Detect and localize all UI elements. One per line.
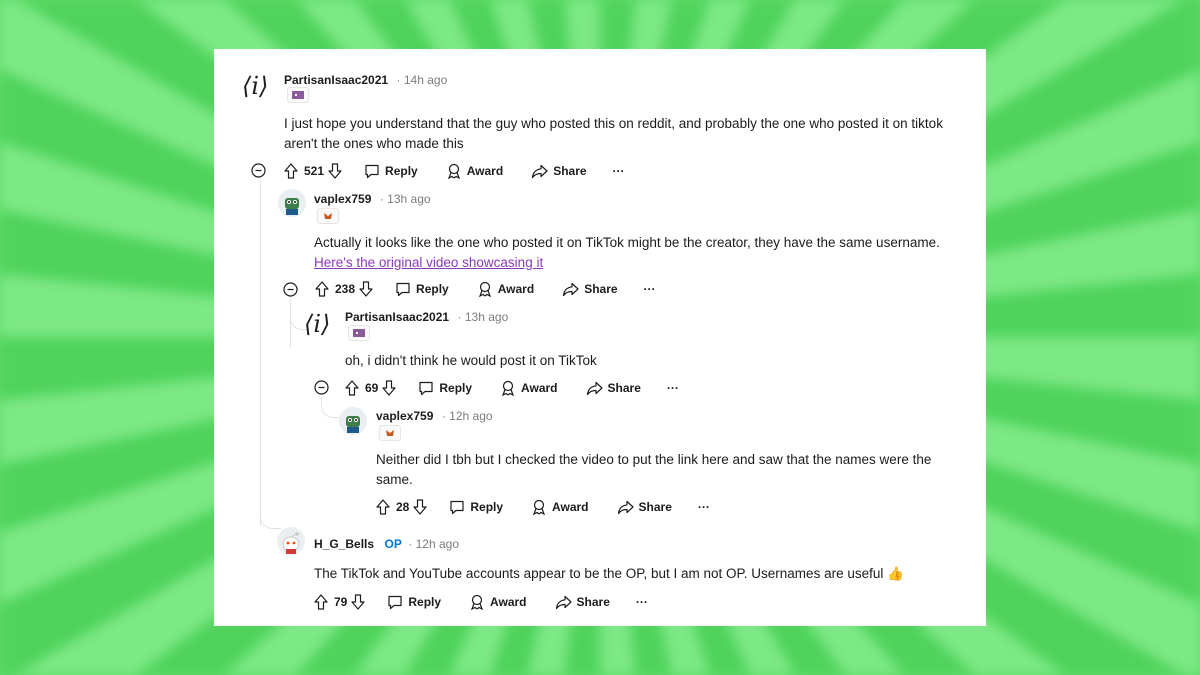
comment-1-actions: 521 Reply Award Share ··· <box>284 161 625 181</box>
vote-score: 521 <box>304 164 325 178</box>
comment-bubble-icon <box>396 282 410 296</box>
comment-bubble-icon <box>365 164 379 178</box>
reply-button[interactable]: Reply <box>395 282 449 297</box>
more-options-icon[interactable]: ··· <box>636 595 648 609</box>
reply-button[interactable]: Reply <box>387 595 441 610</box>
award-ribbon-icon <box>471 594 484 610</box>
share-arrow-icon <box>555 595 572 609</box>
comment-2-text: Actually it looks like the one who poste… <box>314 235 940 250</box>
reply-button[interactable]: Reply <box>364 164 418 179</box>
comment-5-body: The TikTok and YouTube accounts appear t… <box>314 564 974 584</box>
more-options-icon[interactable]: ··· <box>698 500 710 514</box>
original-video-link[interactable]: Here's the original video showcasing it <box>314 255 543 270</box>
avatar-partisanisaac[interactable]: ⟨i⟩ <box>304 310 340 340</box>
thread-curve-level3 <box>321 399 342 418</box>
vote-score: 69 <box>365 381 379 395</box>
downvote-icon[interactable] <box>359 281 373 297</box>
share-button[interactable]: Share <box>562 282 618 297</box>
more-options-icon[interactable]: ··· <box>613 164 625 178</box>
share-arrow-icon <box>586 381 603 395</box>
share-button[interactable]: Share <box>617 500 672 515</box>
upvote-icon[interactable] <box>376 499 390 515</box>
comment-2-body: Actually it looks like the one who poste… <box>314 233 954 272</box>
avatar-hg-bells[interactable] <box>277 527 305 555</box>
share-button[interactable]: Share <box>555 595 610 610</box>
more-options-icon[interactable]: ··· <box>644 282 656 296</box>
share-arrow-icon <box>617 500 634 514</box>
comment-bubble-icon <box>419 381 433 395</box>
comment-4-body: Neither did I tbh but I checked the vide… <box>376 452 932 487</box>
user-flair <box>379 425 401 441</box>
upvote-icon[interactable] <box>315 281 329 297</box>
award-ribbon-icon <box>447 163 460 179</box>
vote-score: 28 <box>396 500 410 514</box>
username[interactable]: PartisanIsaac2021 <box>284 73 388 87</box>
comment-4-header: vaplex759 · 12h ago <box>376 407 493 425</box>
comment-5-header: H_G_Bells OP · 12h ago <box>314 535 459 553</box>
username[interactable]: vaplex759 <box>376 409 433 423</box>
award-button[interactable]: Award <box>446 163 503 179</box>
comment-bubble-icon <box>450 500 464 514</box>
thumbs-up-emoji: 👍 <box>887 566 904 581</box>
thread-line-level1[interactable] <box>260 181 261 526</box>
reply-button[interactable]: Reply <box>449 500 503 515</box>
comment-bubble-icon <box>388 595 402 609</box>
timestamp[interactable]: · 13h ago <box>458 310 509 324</box>
award-ribbon-icon <box>502 380 515 396</box>
avatar-partisanisaac[interactable]: ⟨i⟩ <box>242 72 278 102</box>
award-button[interactable]: Award <box>469 594 527 610</box>
user-flair <box>317 208 339 224</box>
timestamp[interactable]: · 12h ago <box>442 409 493 423</box>
award-ribbon-icon <box>533 499 546 515</box>
vote-score: 79 <box>334 595 348 609</box>
comment-1-header: PartisanIsaac2021 · 14h ago <box>284 71 447 89</box>
collapse-icon[interactable] <box>251 163 266 178</box>
award-ribbon-icon <box>478 281 491 297</box>
timestamp[interactable]: · 12h ago <box>408 537 459 551</box>
comment-2-actions: 238 Reply Award Share ··· <box>315 279 656 299</box>
share-arrow-icon <box>563 282 579 296</box>
username[interactable]: vaplex759 <box>314 192 371 206</box>
comment-5-actions: 79 Reply Award Share ··· <box>314 592 648 612</box>
op-badge: OP <box>384 537 402 551</box>
downvote-icon[interactable] <box>382 380 396 396</box>
more-options-icon[interactable]: ··· <box>667 381 679 395</box>
downvote-icon[interactable] <box>328 163 342 179</box>
share-arrow-icon <box>532 164 548 178</box>
comment-3-body: oh, i didn't think he would post it on T… <box>345 353 597 368</box>
avatar-vaplex[interactable] <box>278 189 306 217</box>
upvote-icon[interactable] <box>314 594 328 610</box>
comment-3-header: PartisanIsaac2021 · 13h ago <box>345 308 508 326</box>
reply-button[interactable]: Reply <box>418 381 472 396</box>
timestamp[interactable]: · 13h ago <box>380 192 431 206</box>
user-flair <box>348 325 370 341</box>
downvote-icon[interactable] <box>351 594 365 610</box>
upvote-icon[interactable] <box>284 163 298 179</box>
timestamp[interactable]: · 14h ago <box>397 73 448 87</box>
username[interactable]: PartisanIsaac2021 <box>345 310 449 324</box>
collapse-icon[interactable] <box>314 380 329 395</box>
comment-5-text: The TikTok and YouTube accounts appear t… <box>314 566 884 581</box>
award-button[interactable]: Award <box>531 499 589 515</box>
comment-3-actions: 69 Reply Award Share ··· <box>345 378 679 398</box>
share-button[interactable]: Share <box>531 164 587 179</box>
comment-2-header: vaplex759 · 13h ago <box>314 190 431 208</box>
thread-curve-op <box>260 504 281 529</box>
award-button[interactable]: Award <box>477 281 534 297</box>
downvote-icon[interactable] <box>413 499 427 515</box>
avatar-vaplex[interactable] <box>339 407 367 435</box>
comment-4-actions: 28 Reply Award Share ··· <box>376 497 710 517</box>
comment-1-body: I just hope you understand that the guy … <box>284 116 943 151</box>
collapse-icon[interactable] <box>283 282 298 297</box>
comment-thread-card: ⟨i⟩ PartisanIsaac2021 · 14h ago I just h… <box>214 49 986 626</box>
share-button[interactable]: Share <box>586 381 641 396</box>
upvote-icon[interactable] <box>345 380 359 396</box>
award-button[interactable]: Award <box>500 380 558 396</box>
username[interactable]: H_G_Bells <box>314 537 374 551</box>
vote-score: 238 <box>335 282 356 296</box>
user-flair <box>287 87 309 103</box>
